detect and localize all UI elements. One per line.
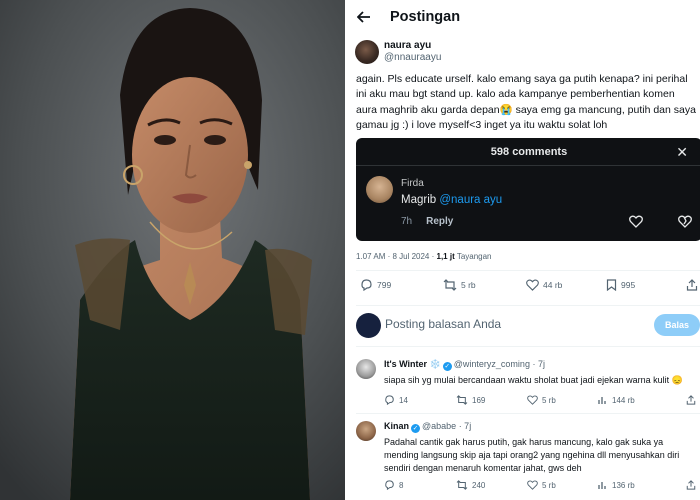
portrait-photo bbox=[0, 0, 345, 500]
reply-views-button[interactable]: 136 rb bbox=[598, 480, 635, 490]
post-panel: Postingan naura ayu @nnauraayu again. Pl… bbox=[345, 0, 700, 500]
bookmark-count: 995 bbox=[621, 280, 636, 290]
reply-actions: 14 169 5 rb 144 rb bbox=[384, 395, 700, 407]
close-icon: ✕ bbox=[676, 144, 688, 160]
reply-author-handle[interactable]: @ababe bbox=[422, 421, 456, 431]
reply-avatar[interactable] bbox=[356, 421, 376, 441]
repost-count: 5 rb bbox=[461, 280, 476, 290]
reply-composer: Posting balasan Anda Balas bbox=[356, 313, 700, 338]
divider bbox=[356, 346, 700, 347]
repost-button[interactable]: 5 rb bbox=[443, 279, 476, 291]
reply-header: It's Winter ❄️ ✓ @winteryz_coming · 7j bbox=[384, 359, 545, 371]
reply-header: Kinan ✓ @ababe · 7j bbox=[384, 421, 471, 433]
reply-repost-button[interactable]: 240 bbox=[456, 480, 485, 490]
heart-icon bbox=[629, 215, 643, 233]
tweet-meta: 1.07 AM · 8 Jul 2024 · 1,1 jt Tayangan bbox=[356, 252, 492, 261]
commenter-name: Firda bbox=[401, 178, 424, 189]
reply-item[interactable]: It's Winter ❄️ ✓ @winteryz_coming · 7j sia… bbox=[356, 359, 700, 409]
reply-text: Padahal cantik gak harus putih, gak haru… bbox=[384, 437, 680, 473]
divider bbox=[356, 165, 700, 166]
like-count: 44 rb bbox=[543, 280, 563, 290]
reply-share-button[interactable] bbox=[686, 480, 700, 490]
reply-age: · 7j bbox=[456, 421, 472, 431]
reply-author-handle[interactable]: @winteryz_coming bbox=[454, 359, 530, 369]
reply-icon bbox=[361, 279, 372, 291]
post-header: Postingan bbox=[345, 0, 700, 34]
reply-age: · 7j bbox=[529, 359, 545, 369]
reply-input[interactable]: Posting balasan Anda bbox=[385, 317, 501, 331]
reply-author-name[interactable]: It's Winter ❄️ bbox=[384, 359, 441, 369]
embedded-comment-screenshot: 598 comments ✕ Firda Magrib @naura ayu 7… bbox=[356, 138, 700, 241]
reply-author-name[interactable]: Kinan bbox=[384, 421, 409, 431]
reply-actions: 8 240 5 rb 136 rb bbox=[384, 480, 700, 492]
reply-comment-button[interactable]: 14 bbox=[384, 395, 408, 405]
back-arrow-icon[interactable] bbox=[355, 8, 373, 26]
page-title: Postingan bbox=[390, 9, 461, 25]
heart-icon bbox=[526, 279, 539, 291]
user-avatar[interactable] bbox=[356, 313, 381, 338]
reply-text: siapa sih yg mulai bercandaan waktu shol… bbox=[384, 375, 683, 385]
comments-count-title: 598 comments bbox=[490, 146, 568, 158]
comment-meta: 7h Reply bbox=[401, 216, 453, 227]
views-count: 1,1 jt bbox=[436, 252, 455, 261]
reply-count: 799 bbox=[377, 280, 392, 290]
reply-like-button[interactable]: 5 rb bbox=[527, 395, 556, 405]
author-handle[interactable]: @nnauraayu bbox=[384, 52, 441, 64]
commenter-avatar bbox=[366, 176, 393, 203]
comment-age: 7h bbox=[401, 216, 413, 227]
comment-mention: @naura ayu bbox=[439, 194, 503, 206]
reply-views-button[interactable]: 144 rb bbox=[598, 395, 635, 405]
bookmark-icon bbox=[606, 279, 617, 291]
tweet-text: again. Pls educate urself. kalo emang sa… bbox=[356, 73, 696, 132]
repost-icon bbox=[443, 279, 457, 291]
verified-badge-icon: ✓ bbox=[411, 424, 421, 433]
views-label: Tayangan bbox=[454, 252, 492, 261]
verified-badge-icon: ✓ bbox=[442, 362, 452, 371]
author-display-name[interactable]: naura ayu bbox=[384, 40, 441, 52]
reply-share-button[interactable] bbox=[686, 395, 700, 405]
divider bbox=[356, 305, 700, 306]
reply-button[interactable]: 799 bbox=[360, 279, 391, 291]
like-button[interactable]: 44 rb bbox=[526, 279, 562, 291]
reply-comment-button[interactable]: 8 bbox=[384, 480, 403, 490]
comment-text: Magrib @naura ayu bbox=[401, 194, 503, 206]
author-avatar[interactable] bbox=[355, 40, 379, 64]
tweet-actions: 799 5 rb 44 rb 995 bbox=[360, 279, 700, 295]
reply-avatar[interactable] bbox=[356, 359, 376, 379]
reply-repost-button[interactable]: 169 bbox=[456, 395, 485, 405]
divider bbox=[356, 270, 700, 271]
tweet-timestamp[interactable]: 1.07 AM · 8 Jul 2024 · bbox=[356, 252, 437, 261]
reply-submit-button[interactable]: Balas bbox=[654, 314, 700, 336]
dislike-icon bbox=[678, 215, 692, 233]
share-icon bbox=[686, 279, 698, 291]
reply-like-button[interactable]: 5 rb bbox=[527, 480, 556, 490]
divider bbox=[356, 413, 700, 414]
share-button[interactable] bbox=[686, 279, 700, 291]
comment-reply-label: Reply bbox=[426, 216, 454, 227]
reply-item[interactable]: Kinan ✓ @ababe · 7j Padahal cantik gak har… bbox=[356, 421, 700, 496]
bookmark-button[interactable]: 995 bbox=[606, 279, 635, 291]
tweet-author[interactable]: naura ayu @nnauraayu bbox=[355, 40, 441, 64]
